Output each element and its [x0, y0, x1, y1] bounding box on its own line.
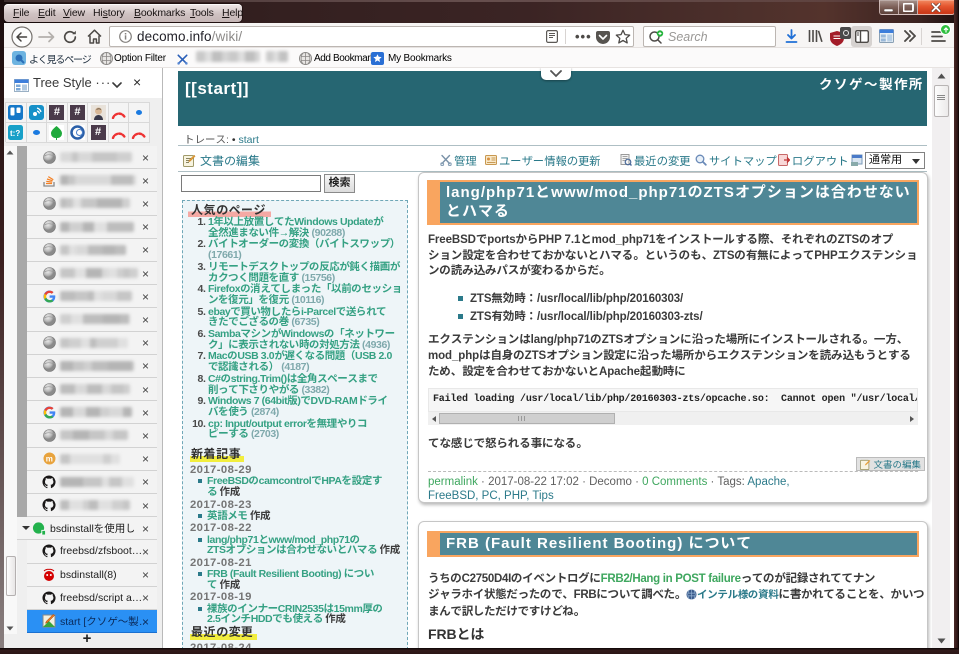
- svg-text:t:?: t:?: [10, 129, 20, 138]
- svg-text:m: m: [45, 455, 52, 464]
